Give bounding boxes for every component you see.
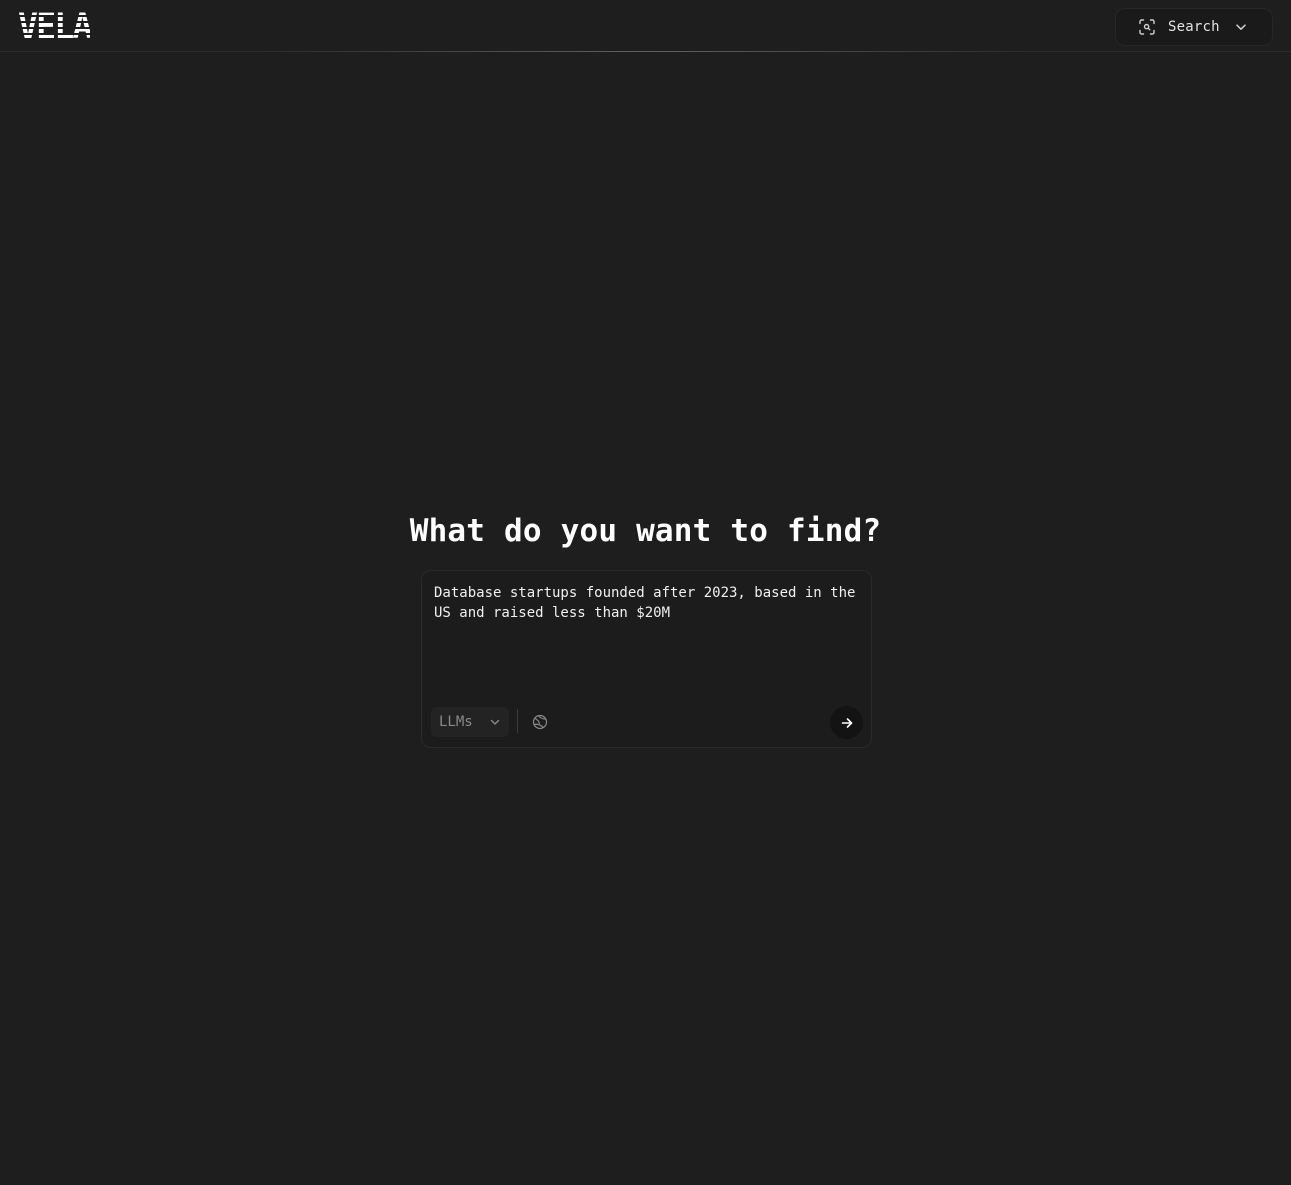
toolbar-divider	[517, 709, 518, 733]
model-select-value: LLMs	[439, 714, 473, 730]
globe-icon	[532, 714, 548, 730]
submit-button[interactable]	[830, 706, 863, 739]
chevron-down-icon	[1236, 24, 1246, 30]
mode-selector-label: Search	[1168, 19, 1220, 35]
model-select-dropdown[interactable]: LLMs	[431, 707, 509, 737]
query-input[interactable]: Database startups founded after 2023, ba…	[434, 583, 862, 623]
scan-search-icon	[1139, 19, 1155, 35]
arrow-right-icon	[841, 717, 852, 728]
query-composer: Database startups founded after 2023, ba…	[421, 570, 872, 748]
web-search-toggle[interactable]	[530, 712, 550, 732]
mode-selector-button[interactable]: Search	[1115, 8, 1273, 46]
logo-text: VELA	[18, 7, 92, 47]
chevron-down-icon	[490, 719, 500, 725]
page-title: What do you want to find?	[409, 512, 882, 549]
top-bar-divider	[0, 51, 1291, 52]
vela-logo[interactable]: VELA	[18, 7, 100, 47]
top-bar: VELA Search	[0, 0, 1291, 52]
